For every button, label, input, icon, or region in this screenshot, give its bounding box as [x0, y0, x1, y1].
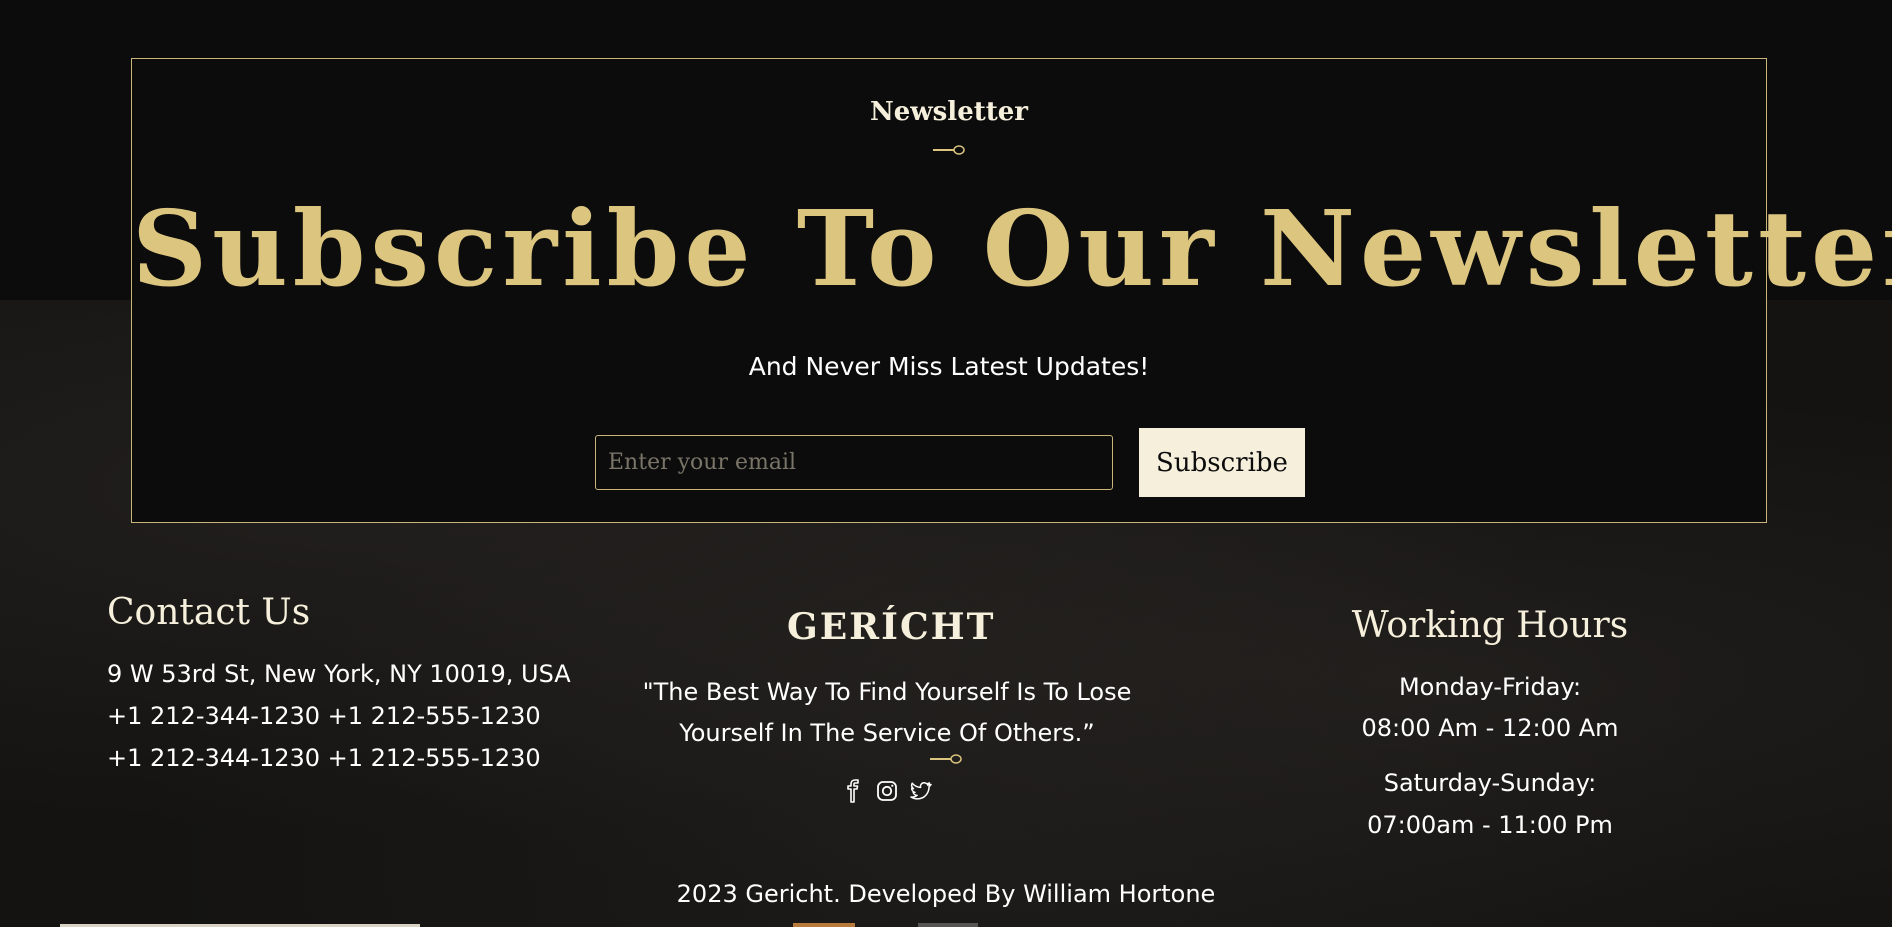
copyright-text: 2023 Gericht. Developed By William Horto…	[676, 880, 1216, 908]
working-hours-title: Working Hours	[1351, 605, 1629, 646]
contact-phone-2: +1 212-344-1230 +1 212-555-1230	[107, 744, 541, 772]
spoon-divider-icon	[930, 754, 962, 764]
quote-line-1: "The Best Way To Find Yourself Is To Los…	[642, 678, 1132, 706]
weekend-label: Saturday-Sunday:	[1383, 769, 1597, 797]
newsletter-subtitle: Newsletter	[869, 97, 1028, 127]
brand-quote: "The Best Way To Find Yourself Is To Los…	[612, 672, 1162, 754]
newsletter-section: Newsletter Subscribe To Our Newsletter A…	[131, 58, 1892, 523]
instagram-icon[interactable]	[875, 779, 899, 803]
bottom-accent-bar	[918, 923, 978, 927]
newsletter-headline: Subscribe To Our Newsletter	[132, 187, 1892, 310]
facebook-icon[interactable]	[841, 779, 865, 803]
twitter-icon[interactable]	[908, 779, 932, 803]
weekday-time: 08:00 Am - 12:00 Am	[1361, 714, 1619, 742]
contact-address: 9 W 53rd St, New York, NY 10019, USA	[107, 660, 571, 688]
email-input[interactable]	[595, 435, 1113, 490]
subscribe-button[interactable]: Subscribe	[1139, 428, 1305, 497]
contact-phone-1: +1 212-344-1230 +1 212-555-1230	[107, 702, 541, 730]
contact-title: Contact Us	[107, 592, 311, 633]
weekday-label: Monday-Friday:	[1398, 673, 1582, 701]
weekend-time: 07:00am - 11:00 Pm	[1367, 811, 1613, 839]
bottom-accent-bar	[793, 923, 855, 927]
spoon-divider-icon	[933, 145, 965, 155]
brand-logo: GERÍCHT	[787, 606, 996, 648]
newsletter-tagline: And Never Miss Latest Updates!	[748, 352, 1150, 381]
quote-line-2: Yourself In The Service Of Others.”	[679, 719, 1095, 747]
